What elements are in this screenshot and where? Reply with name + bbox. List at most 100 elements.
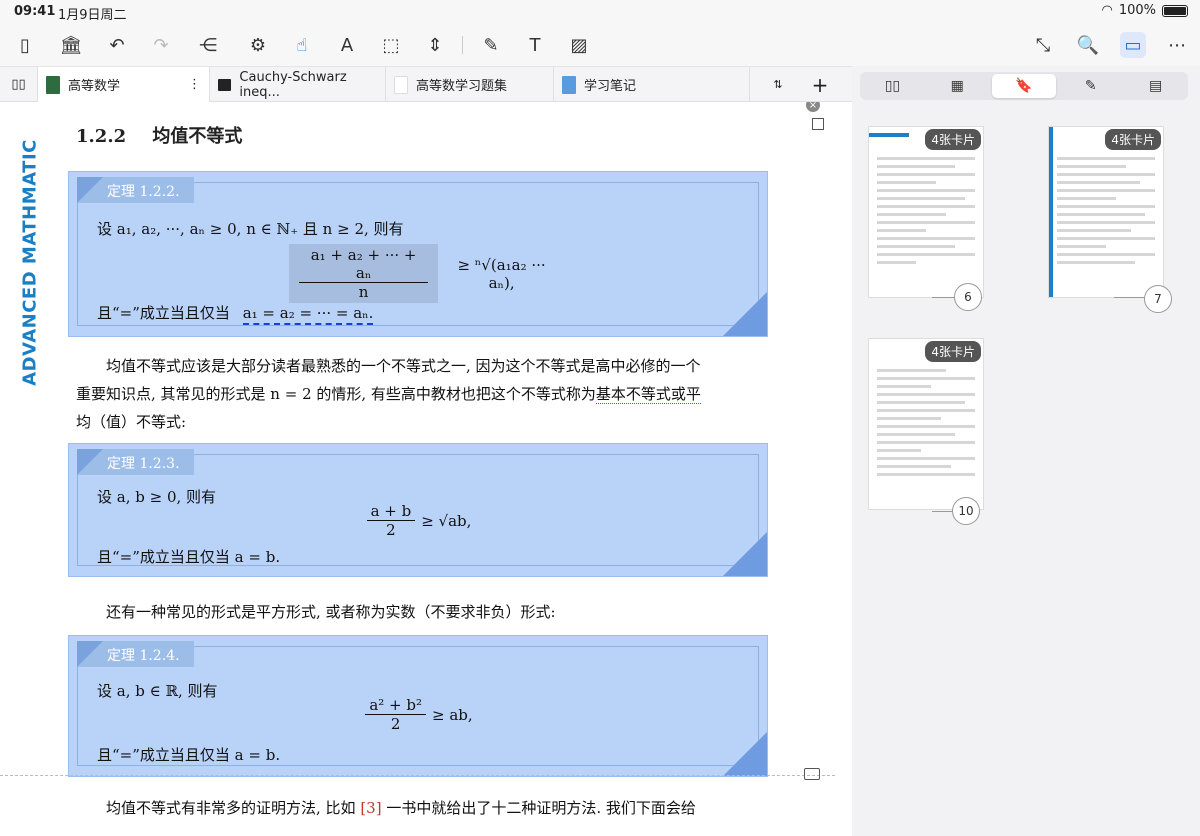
search-doc-icon[interactable]: 🔍 bbox=[1075, 32, 1101, 58]
text-icon[interactable]: T bbox=[522, 32, 548, 58]
fraction: a₁ + a₂ + ··· + aₙ n bbox=[289, 244, 439, 303]
segment-thumbnails[interactable]: ▦ bbox=[925, 72, 990, 100]
theorem-box-1-2-3[interactable]: 定理 1.2.3. 设 a, b ≥ 0, 则有 a + b 2 ≥ √ab, … bbox=[68, 443, 768, 577]
main-toolbar: ▯ 🏛 ↶ ↷ ⋲ ⚙ ☝ A ⬚ ⇕ ✎ T ▨ ⤡ 🔍 ▭ ⋯ bbox=[0, 24, 1200, 66]
page-header-bar bbox=[869, 133, 909, 137]
share-icon[interactable]: ⋲ bbox=[195, 32, 221, 58]
page-number: 10 bbox=[952, 497, 980, 525]
card-count-badge: 4张卡片 bbox=[925, 129, 981, 150]
paragraph: 均值不等式有非常多的证明方法, 比如 [3] 一书中就给出了十二种证明方法. 我… bbox=[76, 794, 776, 822]
tab-notes[interactable]: 学习笔记 bbox=[554, 67, 750, 102]
fraction: a² + b² 2 bbox=[365, 696, 427, 733]
status-right: ◠ 100% bbox=[1101, 3, 1188, 18]
theorem-box-1-2-4[interactable]: 定理 1.2.4. 设 a, b ∈ ℝ, 则有 a² + b² 2 ≥ ab,… bbox=[68, 635, 768, 777]
right-panel: ▯▯ ▦ 🔖 ✎ ▤ 4张卡片 6 4张卡片 7 4张卡片 10 bbox=[852, 66, 1200, 836]
note-icon: ▤ bbox=[1148, 78, 1163, 94]
collapse-icon[interactable]: ⤡ bbox=[1030, 32, 1056, 58]
segment-bookmarks[interactable]: 🔖 bbox=[991, 74, 1057, 98]
side-title-text: ADVANCED MATHMATIC bbox=[19, 139, 41, 386]
theorem-line: 设 a, b ≥ 0, 则有 bbox=[97, 488, 217, 506]
page-text-lines bbox=[877, 157, 975, 269]
doc-cover-icon bbox=[218, 78, 232, 91]
paragraph: 均值不等式应该是大部分读者最熟悉的一个不等式之一, 因为这个不等式是高中必修的一… bbox=[76, 352, 776, 380]
equation-rhs: ≥ √ab, bbox=[421, 511, 472, 530]
corner-fold bbox=[723, 532, 767, 576]
bookmark-icon: 🔖 bbox=[1015, 78, 1033, 94]
library-icon[interactable]: 🏛 bbox=[58, 32, 84, 58]
corner-fold bbox=[723, 732, 767, 776]
condition-text: 且“=”成立当且仅当 bbox=[97, 304, 230, 322]
paragraph: 还有一种常见的形式是平方形式, 或者称为实数（不要求非负）形式: bbox=[106, 603, 556, 621]
notebook-icon bbox=[562, 75, 576, 94]
segment-notes[interactable]: ▤ bbox=[1123, 72, 1188, 100]
close-icon[interactable]: × bbox=[806, 102, 820, 112]
theorem-label: 定理 1.2.3. bbox=[77, 449, 194, 475]
equation-rhs: ≥ ab, bbox=[432, 705, 473, 724]
tab-cauchy[interactable]: Cauchy-Schwarz ineq... bbox=[210, 67, 386, 102]
highlighted-term[interactable]: 基本不等式或平 bbox=[595, 385, 701, 404]
section-number: 1.2.2 bbox=[76, 126, 127, 147]
tab-label: 高等数学习题集 bbox=[416, 79, 508, 94]
page-thumbnail-6[interactable]: 4张卡片 bbox=[868, 126, 984, 298]
fraction: a + b 2 bbox=[366, 502, 416, 539]
page-thumbnail-7[interactable]: 4张卡片 bbox=[1048, 126, 1164, 298]
page-text-lines bbox=[1057, 157, 1155, 269]
bookmark-icon[interactable]: ▭ bbox=[1120, 32, 1146, 58]
citation-link[interactable]: [3] bbox=[360, 799, 381, 817]
fraction-numerator: a₁ + a₂ + ··· + aₙ bbox=[299, 246, 429, 283]
rect-select-icon[interactable]: ⬚ bbox=[378, 32, 404, 58]
sidebar-icon[interactable]: ▯ bbox=[12, 32, 38, 58]
theorem-equation: a₁ + a₂ + ··· + aₙ n ≥ ⁿ√(a₁a₂ ··· aₙ), bbox=[289, 244, 559, 303]
status-bar: 09:41 1月9日周二 ◠ 100% bbox=[0, 0, 1200, 24]
battery-icon bbox=[1162, 4, 1188, 17]
side-title: ADVANCED MATHMATIC bbox=[19, 102, 41, 432]
page-number: 7 bbox=[1144, 285, 1172, 313]
columns-icon: ▯▯ bbox=[884, 78, 901, 94]
crop-icon[interactable]: ⇕ bbox=[422, 32, 448, 58]
document-view[interactable]: ADVANCED MATHMATIC × 1.2.2 均值不等式 定理 1.2.… bbox=[0, 102, 852, 836]
undo-icon[interactable]: ↶ bbox=[104, 32, 130, 58]
equation-rhs: ≥ ⁿ√(a₁a₂ ··· aₙ), bbox=[457, 255, 546, 292]
theorem-line: 且“=”成立当且仅当 a₁ = a₂ = ··· = aₙ. bbox=[97, 302, 374, 325]
image-icon[interactable]: ▨ bbox=[566, 32, 592, 58]
panel-segmented-control: ▯▯ ▦ 🔖 ✎ ▤ bbox=[860, 72, 1188, 100]
theorem-line: 且“=”成立当且仅当 a = b. bbox=[97, 548, 281, 566]
page-side-bar bbox=[1049, 127, 1053, 297]
page-break-icon[interactable] bbox=[804, 768, 820, 780]
tab-label: 学习笔记 bbox=[584, 79, 637, 94]
corner-fold bbox=[723, 292, 767, 336]
more-icon[interactable]: ⋯ bbox=[1164, 32, 1190, 58]
sort-tabs-icon[interactable]: ⇅ bbox=[760, 67, 796, 102]
fraction-denominator: 2 bbox=[390, 715, 401, 733]
theorem-line: 设 a, b ∈ ℝ, 则有 bbox=[97, 682, 218, 700]
theorem-line: 且“=”成立当且仅当 a = b. bbox=[97, 746, 281, 764]
page-thumbnail-10[interactable]: 4张卡片 bbox=[868, 338, 984, 510]
tab-bar: ▯▯ 高等数学 ⋮ Cauchy-Schwarz ineq... 高等数学习题集… bbox=[0, 66, 852, 102]
theorem-line: 设 a₁, a₂, ···, aₙ ≥ 0, n ∈ ℕ₊ 且 n ≥ 2, 则… bbox=[97, 220, 404, 238]
fraction-numerator: a² + b² bbox=[365, 696, 427, 715]
add-tab-icon[interactable]: + bbox=[802, 67, 838, 102]
theorem-box-1-2-2[interactable]: 定理 1.2.2. 设 a₁, a₂, ···, aₙ ≥ 0, n ∈ ℕ₊ … bbox=[68, 171, 768, 337]
segment-outline[interactable]: ▯▯ bbox=[860, 72, 925, 100]
tab-advanced-math[interactable]: 高等数学 ⋮ bbox=[38, 67, 210, 102]
condition-equation: a₁ = a₂ = ··· = aₙ. bbox=[242, 304, 374, 325]
split-view-icon[interactable]: ▯▯ bbox=[0, 67, 38, 102]
tab-exercises[interactable]: 高等数学习题集 bbox=[386, 67, 554, 102]
pen-icon[interactable]: ✎ bbox=[478, 32, 504, 58]
status-date: 1月9日周二 bbox=[58, 8, 127, 23]
page-break-line bbox=[0, 775, 835, 776]
segment-annotations[interactable]: ✎ bbox=[1058, 72, 1123, 100]
fraction-denominator: n bbox=[358, 283, 369, 301]
paragraph-line: 重要知识点, 其常见的形式是 n = 2 的情形, 有些高中教材也把这个不等式称… bbox=[76, 385, 596, 403]
highlighter-icon[interactable]: A bbox=[334, 32, 360, 58]
settings-icon[interactable]: ⚙ bbox=[245, 32, 271, 58]
tab-menu-icon[interactable]: ⋮ bbox=[188, 77, 201, 92]
section-title: 均值不等式 bbox=[152, 126, 243, 147]
page-layout-icon[interactable] bbox=[812, 118, 824, 130]
theorem-equation: a + b 2 ≥ √ab, bbox=[319, 502, 519, 539]
toolbar-divider bbox=[462, 36, 463, 54]
pointer-icon[interactable]: ☝ bbox=[289, 32, 315, 58]
section-heading: 1.2.2 均值不等式 bbox=[76, 122, 242, 148]
grid-icon: ▦ bbox=[950, 78, 964, 94]
redo-icon[interactable]: ↷ bbox=[148, 32, 174, 58]
